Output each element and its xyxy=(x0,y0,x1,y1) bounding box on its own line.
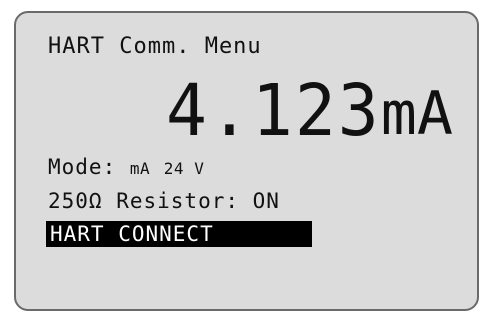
mode-unit: mA xyxy=(129,159,151,178)
mode-label: Mode: xyxy=(48,155,117,179)
mode-voltage: 24 V xyxy=(163,159,205,178)
current-reading: 4.123 mA xyxy=(166,70,453,153)
mode-line: Mode: mA 24 V xyxy=(48,154,204,182)
resistor-status: 250Ω Resistor: ON xyxy=(48,189,280,213)
lcd-display: HART Comm. Menu 4.123 mA Mode: mA 24 V 2… xyxy=(14,11,479,311)
reading-value: 4.123 xyxy=(166,70,381,153)
reading-unit: mA xyxy=(380,79,453,149)
hart-connect-item[interactable]: HART CONNECT xyxy=(46,221,312,247)
menu-title: HART Comm. Menu xyxy=(48,34,262,59)
